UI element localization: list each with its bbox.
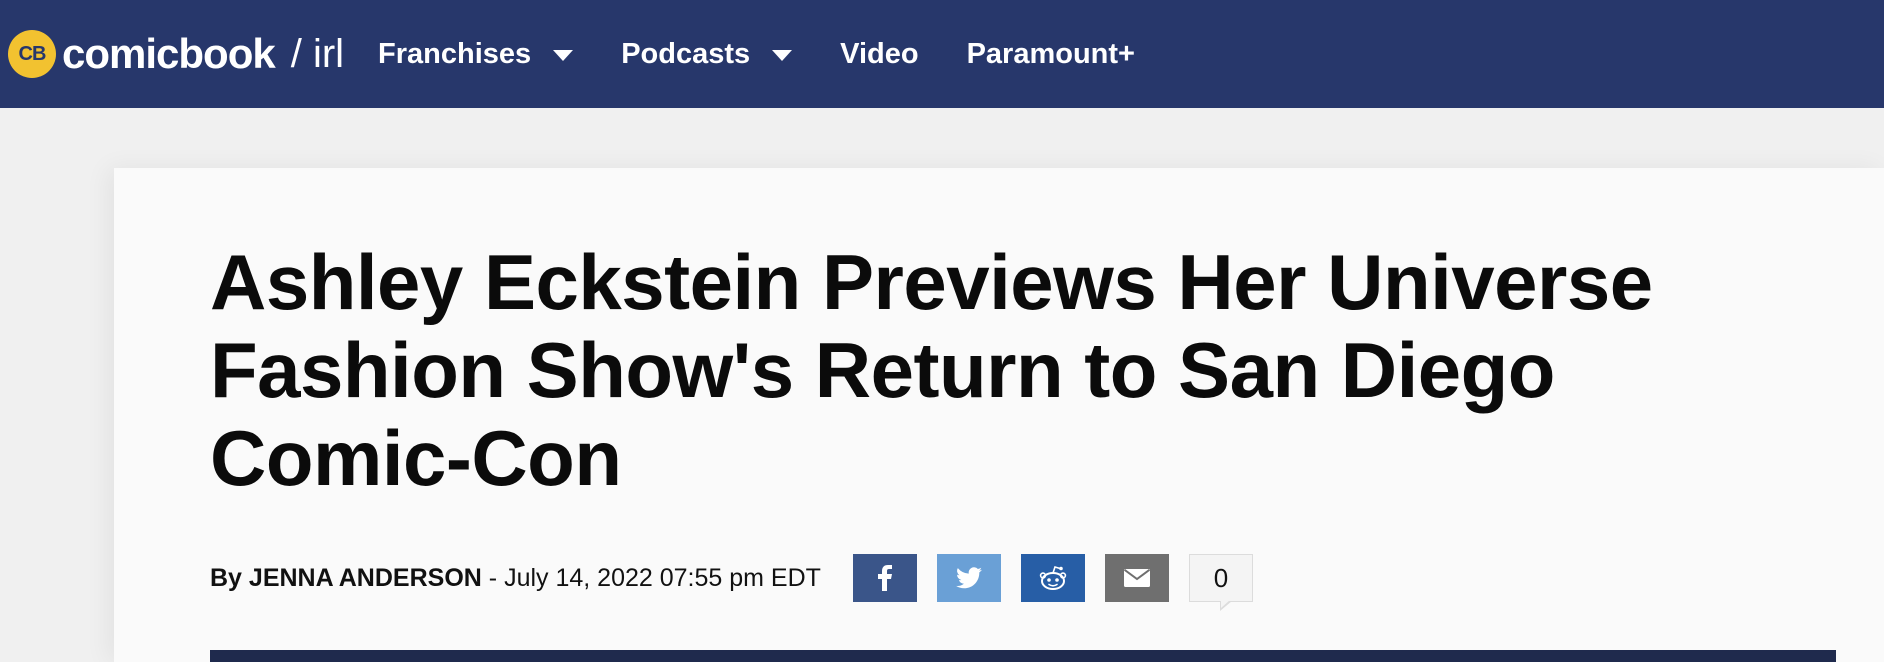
article-headline: Ashley Eckstein Previews Her Universe Fa…	[210, 238, 1653, 502]
article-media-top-edge	[210, 650, 1836, 662]
comicbook-logo[interactable]: CB comicbook / irl	[8, 30, 344, 78]
article-card: Ashley Eckstein Previews Her Universe Fa…	[114, 168, 1884, 662]
twitter-icon	[955, 567, 982, 589]
nav-franchises[interactable]: Franchises	[378, 37, 574, 71]
reddit-share-button[interactable]	[1020, 554, 1085, 602]
byline-row: By JENNA ANDERSON - July 14, 2022 07:55 …	[210, 554, 1253, 611]
email-share-button[interactable]	[1104, 554, 1169, 602]
nav-podcasts[interactable]: Podcasts	[621, 37, 793, 71]
nav-paramount-plus-label: Paramount+	[966, 37, 1135, 70]
byline-separator: -	[488, 563, 498, 592]
caret-down-icon	[772, 49, 793, 61]
facebook-icon	[877, 565, 892, 591]
publish-date: July 14, 2022 07:55 pm EDT	[504, 563, 821, 592]
nav-video[interactable]: Video	[840, 38, 918, 71]
twitter-share-button[interactable]	[936, 554, 1001, 602]
logo-section-irl: / irl	[290, 31, 345, 76]
nav-franchises-label: Franchises	[378, 37, 532, 70]
comment-count: 0	[1213, 562, 1229, 593]
email-icon	[1123, 569, 1150, 587]
author-link[interactable]: JENNA ANDERSON	[249, 564, 482, 592]
speech-bubble-tail-icon	[1219, 600, 1232, 611]
share-bar: 0	[852, 554, 1253, 611]
facebook-share-button[interactable]	[852, 554, 917, 602]
logo-wordmark: comicbook	[62, 30, 276, 77]
cb-badge-icon: CB	[8, 30, 56, 78]
reddit-icon	[1039, 566, 1067, 590]
nav-podcasts-label: Podcasts	[621, 37, 751, 70]
main-nav: Franchises Podcasts Video Paramount+	[378, 38, 1183, 71]
nav-video-label: Video	[840, 37, 919, 70]
byline: By JENNA ANDERSON - July 14, 2022 07:55 …	[210, 564, 821, 593]
comment-count-button[interactable]: 0	[1188, 554, 1253, 611]
site-header: CB comicbook / irl Franchises Podcasts V…	[0, 0, 1884, 108]
nav-paramount-plus[interactable]: Paramount+	[967, 38, 1135, 71]
byline-prefix: By	[210, 563, 242, 592]
caret-down-icon	[553, 49, 574, 61]
